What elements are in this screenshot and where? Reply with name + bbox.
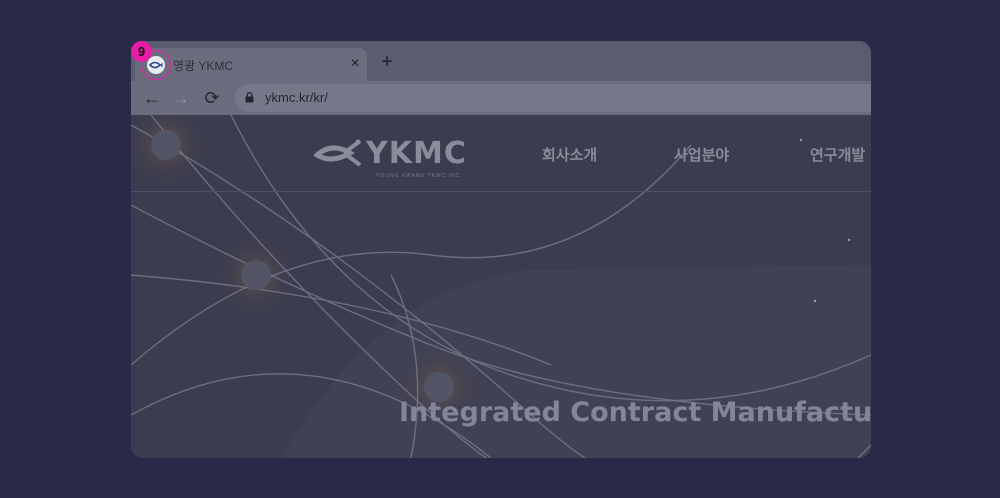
fish-logo-icon (314, 139, 362, 167)
url-text: ykmc.kr/kr/ (265, 90, 328, 105)
tab-strip: 영광 YKMC × + (131, 41, 871, 81)
forward-arrow-icon[interactable]: → (170, 87, 192, 109)
close-icon[interactable]: × (345, 54, 365, 74)
menu-item-company[interactable]: 회사소개 (542, 144, 597, 165)
address-bar[interactable]: ykmc.kr/kr/ (235, 84, 871, 112)
menu-item-research[interactable]: 연구개발 (810, 144, 865, 165)
browser-toolbar: ← → ⟳ ykmc.kr/kr/ (131, 81, 871, 115)
menu-item-business[interactable]: 사업분야 (674, 144, 729, 165)
web-page: YKMC YOUNG KWANG YKMC INC. 회사소개 사업분야 연구개… (131, 115, 871, 458)
tab-title: 영광 YKMC (173, 59, 234, 73)
site-header: YKMC YOUNG KWANG YKMC INC. 회사소개 사업분야 연구개… (131, 115, 871, 192)
new-tab-button[interactable]: + (376, 51, 398, 73)
logo-subtitle: YOUNG KWANG YKMC INC. (376, 173, 463, 179)
hero-headline: Integrated Contract Manufacturer (399, 397, 871, 428)
logo-text: YKMC (366, 135, 467, 171)
site-logo[interactable]: YKMC YOUNG KWANG YKMC INC. (314, 133, 467, 179)
reload-icon[interactable]: ⟳ (201, 87, 223, 109)
annotation-badge: 9 (131, 41, 152, 62)
back-arrow-icon[interactable]: ← (141, 87, 163, 109)
lock-icon (245, 92, 254, 103)
browser-window: 영광 YKMC × + ← → ⟳ ykmc.kr/kr/ YKMC YOUNG… (131, 41, 871, 458)
